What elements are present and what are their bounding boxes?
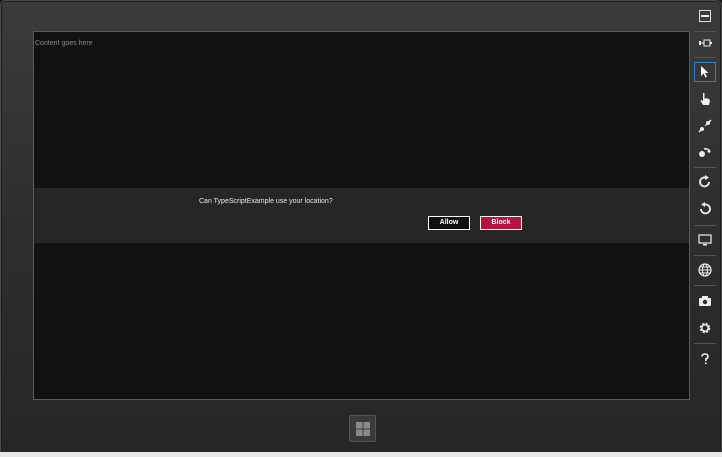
toolbar-separator — [694, 225, 716, 226]
minimize-icon[interactable] — [694, 6, 716, 26]
location-permission-dialog: Can TypeScriptExample use your location?… — [34, 188, 689, 243]
simulator-screen[interactable]: Content goes here Can TypeScriptExample … — [33, 31, 690, 400]
windows-logo-icon — [355, 421, 370, 436]
change-resolution-icon[interactable] — [694, 230, 716, 250]
toolbar-separator — [694, 167, 716, 168]
screenshot-icon[interactable] — [694, 291, 716, 311]
bottom-edge — [0, 452, 722, 457]
set-location-icon[interactable] — [694, 260, 716, 280]
touch-mode-icon[interactable] — [694, 89, 716, 109]
simulator-toolbar — [691, 4, 719, 374]
toolbar-separator — [694, 31, 716, 32]
rotate-touch-icon[interactable] — [694, 142, 716, 162]
content-placeholder: Content goes here — [35, 40, 93, 47]
toolbar-separator — [694, 285, 716, 286]
allow-button[interactable]: Allow — [428, 216, 470, 230]
pin-icon[interactable] — [694, 33, 716, 53]
mouse-mode-icon[interactable] — [694, 62, 716, 82]
toolbar-separator — [694, 255, 716, 256]
toolbar-separator — [694, 343, 716, 344]
rotate-counterclockwise-icon[interactable] — [694, 199, 716, 219]
block-button[interactable]: Block — [480, 216, 522, 230]
pinch-zoom-icon[interactable] — [694, 116, 716, 136]
windows-home-button[interactable] — [349, 415, 376, 442]
settings-icon[interactable] — [694, 318, 716, 338]
dialog-message: Can TypeScriptExample use your location? — [199, 198, 333, 205]
toolbar-separator — [694, 57, 716, 58]
rotate-clockwise-icon[interactable] — [694, 172, 716, 192]
help-icon[interactable] — [694, 349, 716, 369]
